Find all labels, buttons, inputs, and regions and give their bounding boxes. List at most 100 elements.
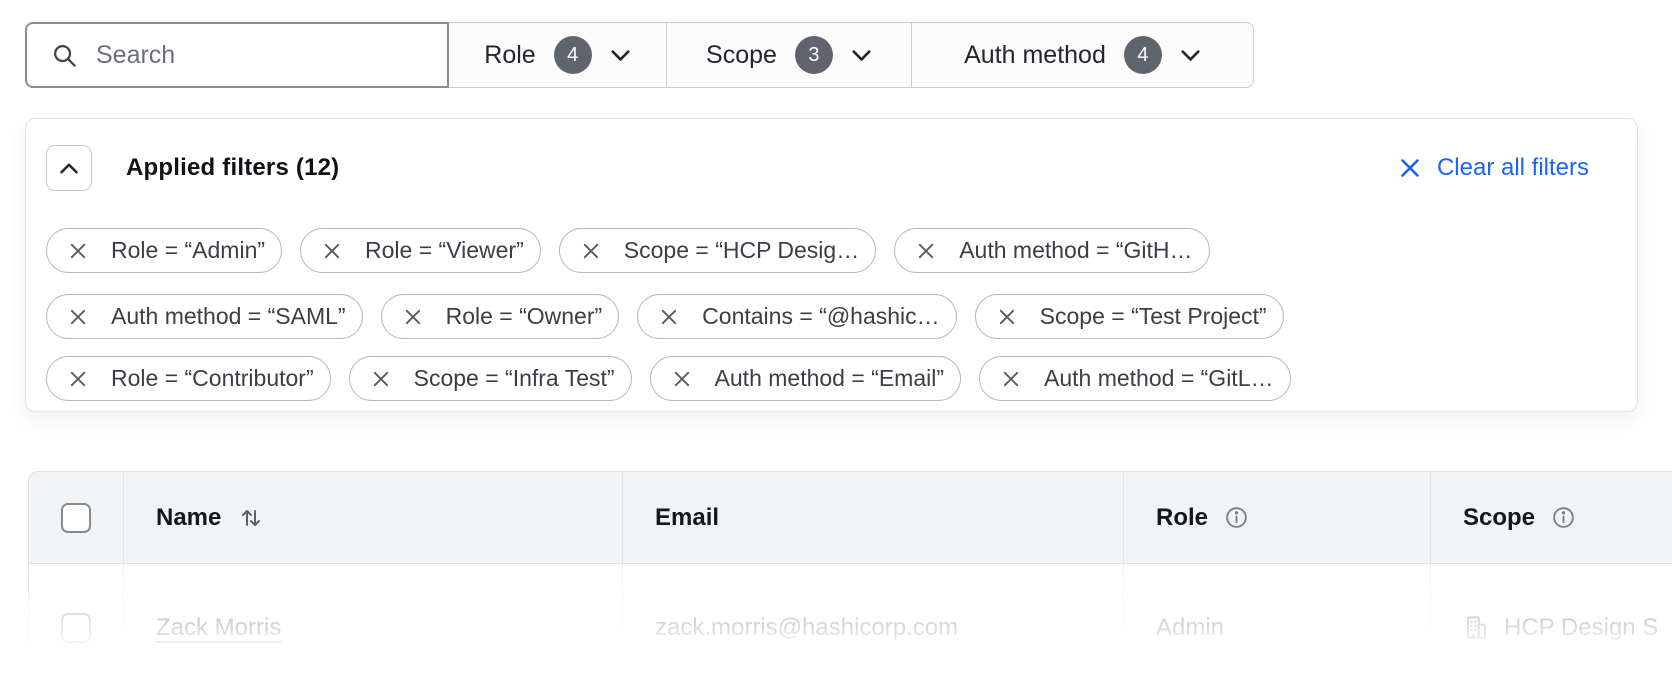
user-email: zack.morris@hashicorp.com: [655, 614, 958, 642]
remove-filter-button[interactable]: [69, 308, 87, 326]
filter-dropdown-role[interactable]: Role 4: [449, 23, 667, 87]
chevron-up-icon: [59, 162, 79, 175]
chevron-down-icon: [1180, 49, 1201, 62]
column-header-scope: Scope: [1430, 472, 1672, 563]
filter-dropdown-group: Role 4 Scope 3 Auth method 4: [449, 22, 1254, 88]
collapse-toggle-button[interactable]: [46, 145, 92, 191]
filter-pill-label: Role = “Viewer”: [365, 237, 524, 264]
remove-filter-button[interactable]: [582, 242, 600, 260]
filter-pill-label: Auth method = “GitH…: [959, 237, 1192, 264]
filter-pill-label: Scope = “Infra Test”: [414, 365, 615, 392]
filter-pill: Role = “Admin”: [46, 228, 282, 273]
filter-pill-label: Scope = “Test Project”: [1040, 303, 1267, 330]
close-icon: [1399, 157, 1421, 179]
row-select-cell: [29, 564, 123, 690]
chevron-down-icon: [610, 49, 631, 62]
filter-pill: Auth method = “GitH…: [894, 228, 1209, 273]
applied-filters-panel: Applied filters (12) Clear all filters R…: [25, 118, 1638, 412]
count-badge: 4: [554, 36, 592, 74]
clear-all-filters-link[interactable]: Clear all filters: [1399, 154, 1589, 182]
close-icon: [323, 242, 341, 260]
filter-pill: Auth method = “SAML”: [46, 294, 363, 339]
email-cell: zack.morris@hashicorp.com: [622, 564, 1123, 690]
organization-icon: [1463, 614, 1490, 641]
close-icon: [660, 308, 678, 326]
filter-pill-row: Auth method = “SAML” Role = “Owner” Cont…: [46, 294, 1284, 339]
close-icon: [582, 242, 600, 260]
search-icon: [51, 42, 78, 69]
column-label: Name: [156, 504, 221, 532]
filter-pill: Auth method = “Email”: [650, 356, 961, 401]
filter-pill-label: Contains = “@hashic…: [702, 303, 939, 330]
filter-pill: Scope = “HCP Desig…: [559, 228, 876, 273]
column-label: Role: [1156, 504, 1208, 532]
row-checkbox[interactable]: [61, 613, 91, 643]
filter-pill: Role = “Contributor”: [46, 356, 331, 401]
filter-pill-label: Role = “Admin”: [111, 237, 265, 264]
name-cell: Zack Morris: [123, 564, 622, 690]
filter-pill: Contains = “@hashic…: [637, 294, 956, 339]
close-icon: [673, 370, 691, 388]
filter-dropdown-scope[interactable]: Scope 3: [667, 23, 912, 87]
filter-pill: Scope = “Infra Test”: [349, 356, 632, 401]
info-icon[interactable]: [1551, 505, 1576, 530]
close-icon: [1002, 370, 1020, 388]
info-icon[interactable]: [1224, 505, 1249, 530]
close-icon: [404, 308, 422, 326]
user-name-link[interactable]: Zack Morris: [156, 614, 281, 642]
filter-pill-row: Role = “Contributor” Scope = “Infra Test…: [46, 356, 1291, 401]
search-placeholder: Search: [96, 41, 175, 70]
column-header-name[interactable]: Name: [123, 472, 622, 563]
applied-filters-header: Applied filters (12) Clear all filters: [46, 145, 1589, 191]
column-label: Scope: [1463, 504, 1535, 532]
filter-pill: Role = “Viewer”: [300, 228, 541, 273]
remove-filter-button[interactable]: [372, 370, 390, 388]
table-header-row: Name Email Role Scope: [29, 472, 1672, 564]
remove-filter-button[interactable]: [69, 242, 87, 260]
filter-pill: Auth method = “GitL…: [979, 356, 1290, 401]
role-cell: Admin: [1123, 564, 1430, 690]
users-table: Name Email Role Scope Zack Morris: [28, 471, 1672, 690]
column-header-role: Role: [1123, 472, 1430, 563]
close-icon: [372, 370, 390, 388]
close-icon: [69, 242, 87, 260]
table-row: Zack Morris zack.morris@hashicorp.com Ad…: [29, 564, 1672, 690]
dropdown-label: Scope: [706, 41, 777, 70]
close-icon: [69, 308, 87, 326]
remove-filter-button[interactable]: [69, 370, 87, 388]
filter-pill-row: Role = “Admin” Role = “Viewer” Scope = “…: [46, 228, 1210, 273]
dropdown-label: Auth method: [964, 41, 1106, 70]
search-input[interactable]: Search: [25, 22, 449, 88]
remove-filter-button[interactable]: [660, 308, 678, 326]
filter-pill-label: Auth method = “GitL…: [1044, 365, 1273, 392]
filter-pill-label: Auth method = “SAML”: [111, 303, 346, 330]
count-badge: 4: [1124, 36, 1162, 74]
close-icon: [917, 242, 935, 260]
close-icon: [998, 308, 1016, 326]
filter-pill-label: Auth method = “Email”: [715, 365, 944, 392]
remove-filter-button[interactable]: [917, 242, 935, 260]
chevron-down-icon: [851, 49, 872, 62]
filter-pill-label: Role = “Contributor”: [111, 365, 314, 392]
filter-dropdown-auth-method[interactable]: Auth method 4: [912, 23, 1253, 87]
filter-toolbar: Search Role 4 Scope 3 Auth method 4: [25, 22, 1254, 88]
user-scope: HCP Design S: [1504, 614, 1658, 642]
clear-all-filters-label: Clear all filters: [1437, 154, 1589, 182]
filter-pill: Scope = “Test Project”: [975, 294, 1284, 339]
user-role: Admin: [1156, 614, 1224, 642]
column-header-email: Email: [622, 472, 1123, 563]
scope-cell: HCP Design S: [1430, 564, 1672, 690]
filter-pill-label: Role = “Owner”: [446, 303, 603, 330]
select-all-checkbox[interactable]: [61, 503, 91, 533]
close-icon: [69, 370, 87, 388]
remove-filter-button[interactable]: [323, 242, 341, 260]
count-badge: 3: [795, 36, 833, 74]
remove-filter-button[interactable]: [998, 308, 1016, 326]
applied-filters-title: Applied filters (12): [126, 154, 339, 182]
remove-filter-button[interactable]: [673, 370, 691, 388]
column-label: Email: [655, 504, 719, 532]
remove-filter-button[interactable]: [1002, 370, 1020, 388]
select-all-cell: [29, 472, 123, 563]
remove-filter-button[interactable]: [404, 308, 422, 326]
filter-pill-label: Scope = “HCP Desig…: [624, 237, 859, 264]
